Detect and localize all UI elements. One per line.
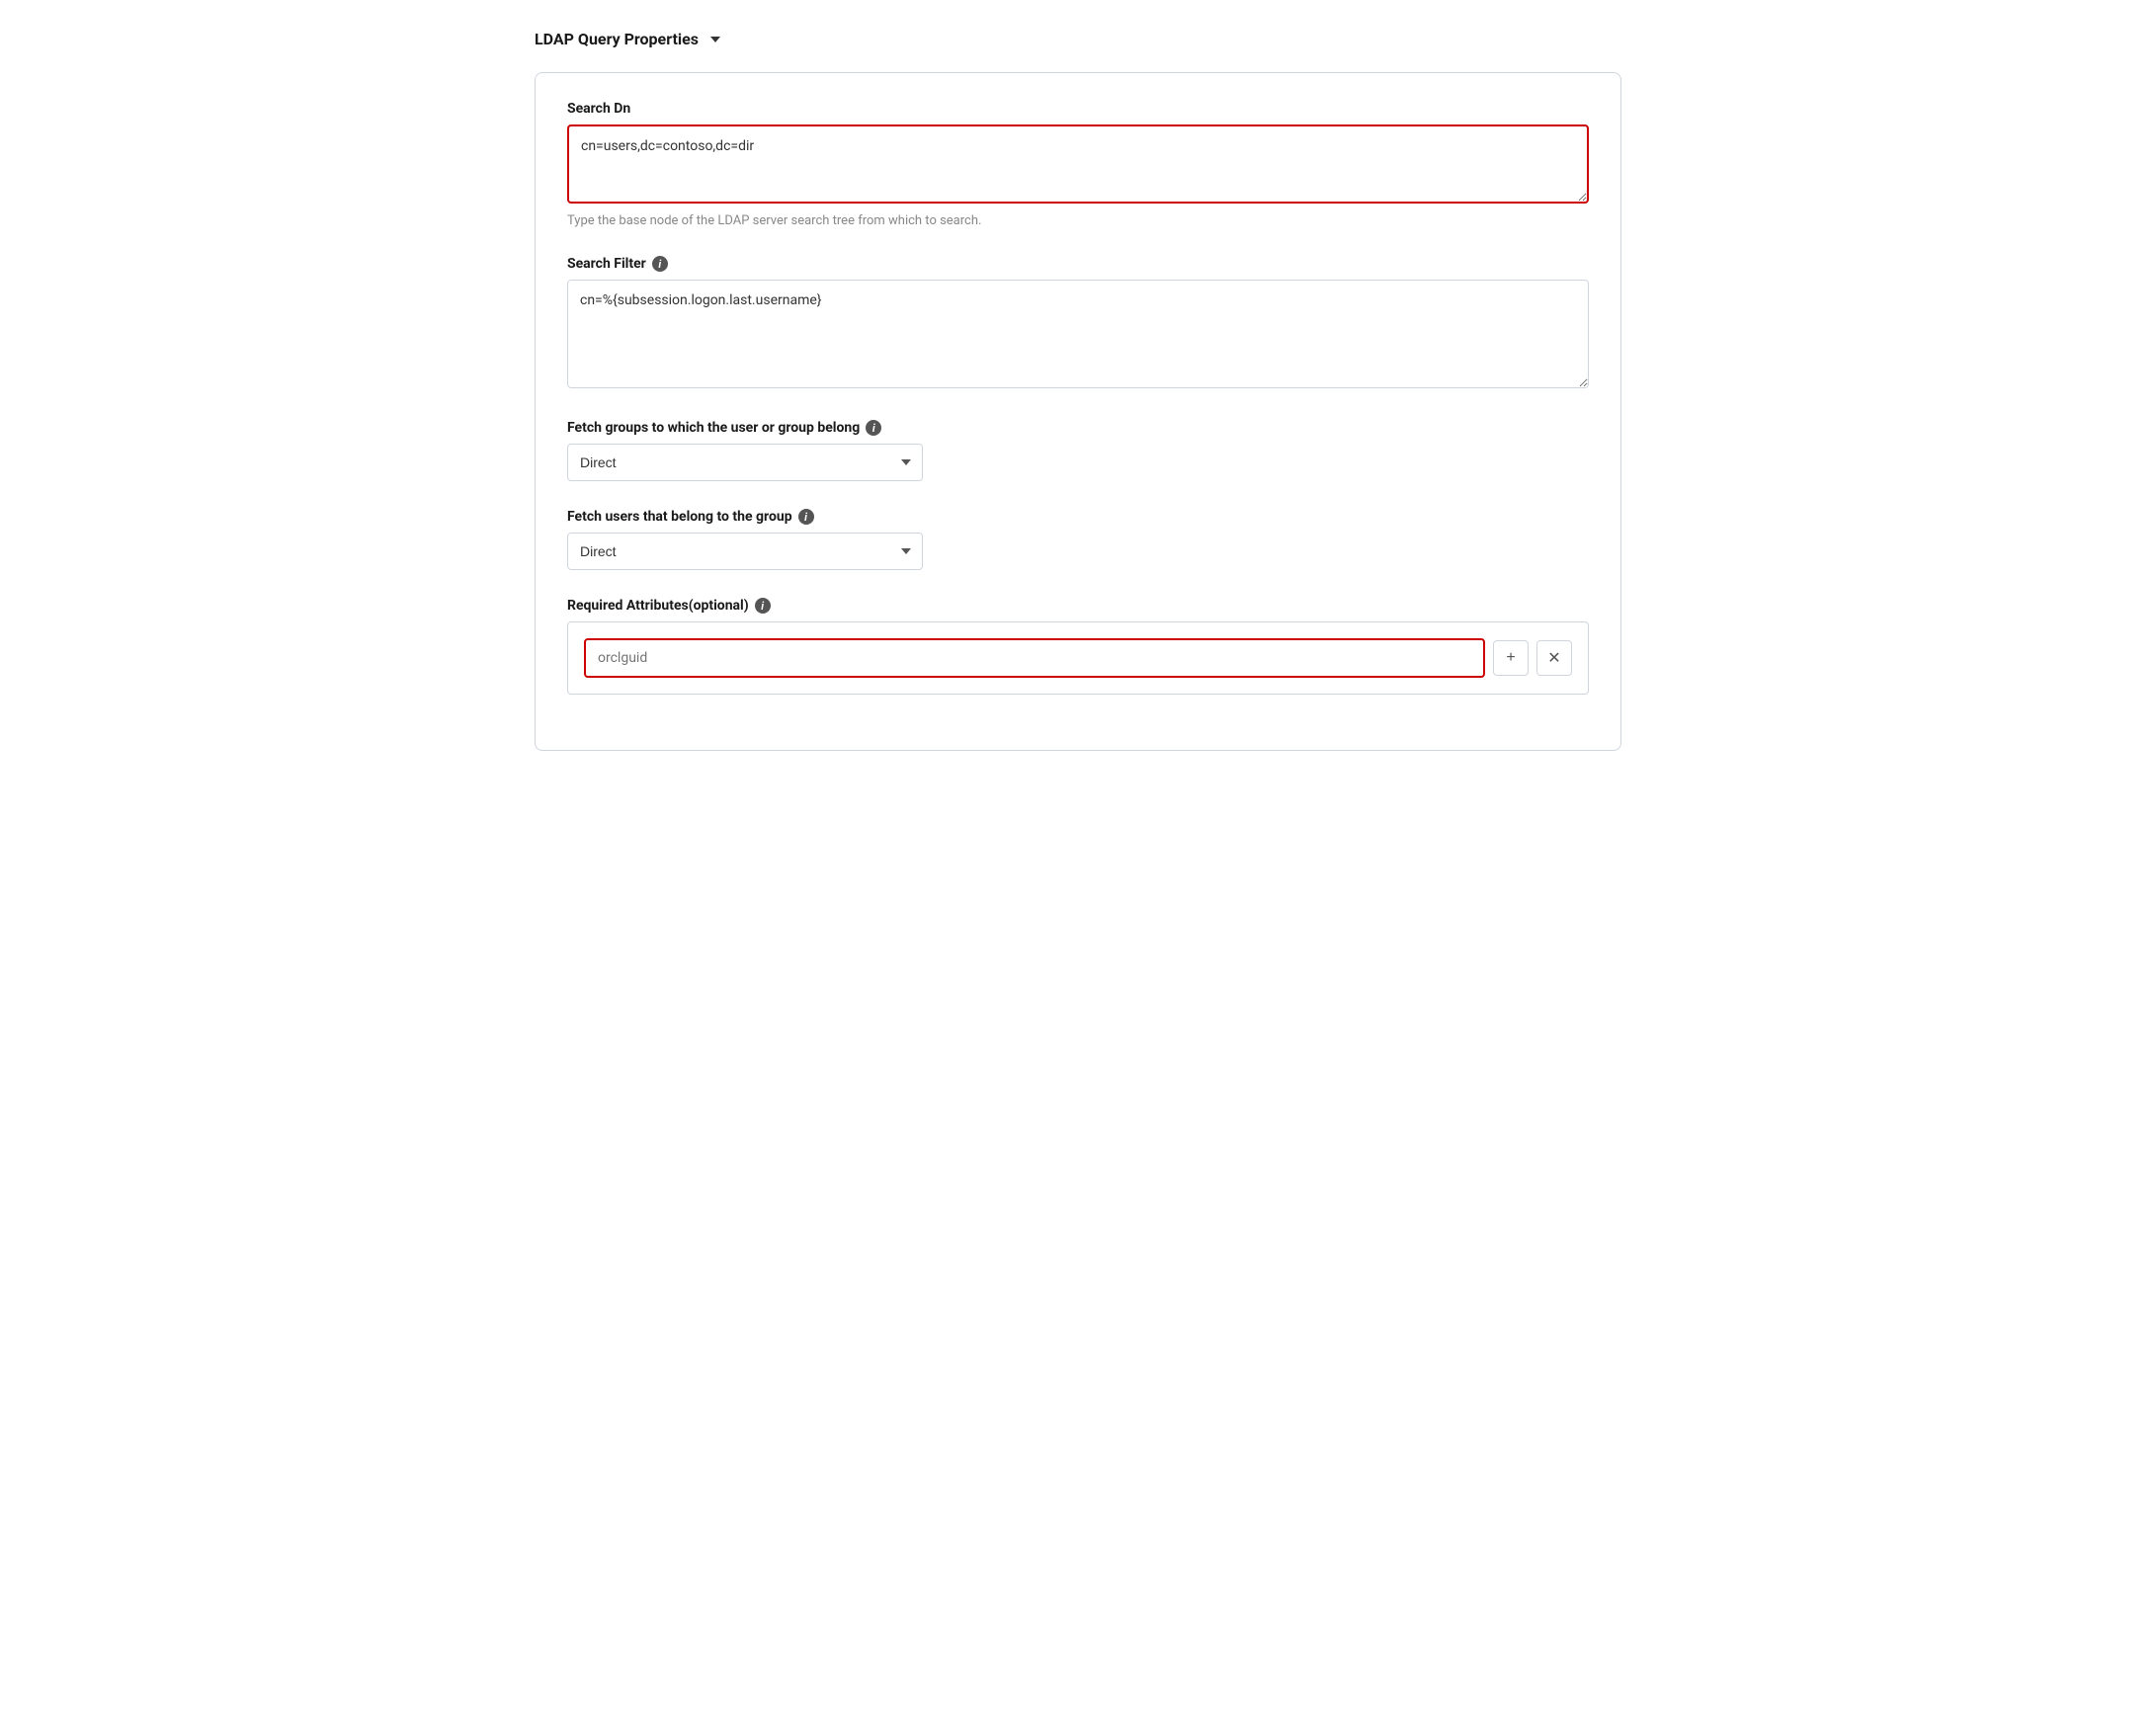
add-attribute-button[interactable]: + — [1493, 640, 1529, 676]
fetch-users-select[interactable]: Direct Recursive None — [567, 533, 923, 570]
fetch-users-select-wrapper: Direct Recursive None — [567, 533, 923, 570]
search-filter-label: Search Filter i — [567, 256, 1589, 272]
search-dn-helper: Type the base node of the LDAP server se… — [567, 213, 1589, 228]
fetch-users-group: Fetch users that belong to the group i D… — [567, 509, 1589, 570]
required-attributes-row: + ✕ — [584, 638, 1572, 678]
remove-attribute-button[interactable]: ✕ — [1536, 640, 1572, 676]
section-collapse-icon[interactable] — [710, 37, 720, 42]
fetch-groups-info-icon[interactable]: i — [866, 420, 881, 436]
fetch-groups-label: Fetch groups to which the user or group … — [567, 420, 1589, 436]
fetch-groups-group: Fetch groups to which the user or group … — [567, 420, 1589, 481]
required-attributes-label: Required Attributes(optional) i — [567, 598, 1589, 614]
required-attributes-group: Required Attributes(optional) i + ✕ — [567, 598, 1589, 695]
fetch-users-info-icon[interactable]: i — [798, 509, 814, 525]
search-filter-input[interactable]: cn=%{subsession.logon.last.username} — [567, 280, 1589, 388]
section-header: LDAP Query Properties — [535, 30, 1621, 56]
search-dn-group: Search Dn cn=users,dc=contoso,dc=dir Typ… — [567, 101, 1589, 228]
search-dn-input[interactable]: cn=users,dc=contoso,dc=dir — [567, 124, 1589, 204]
search-filter-group: Search Filter i cn=%{subsession.logon.la… — [567, 256, 1589, 392]
fetch-users-label: Fetch users that belong to the group i — [567, 509, 1589, 525]
required-attributes-container: + ✕ — [567, 621, 1589, 695]
required-attributes-info-icon[interactable]: i — [755, 598, 771, 614]
ldap-query-card: Search Dn cn=users,dc=contoso,dc=dir Typ… — [535, 72, 1621, 751]
search-dn-label: Search Dn — [567, 101, 1589, 117]
search-filter-info-icon[interactable]: i — [652, 256, 668, 272]
fetch-groups-select[interactable]: Direct Recursive None — [567, 444, 923, 481]
fetch-groups-select-wrapper: Direct Recursive None — [567, 444, 923, 481]
page-container: LDAP Query Properties Search Dn cn=users… — [535, 30, 1621, 751]
required-attributes-input[interactable] — [584, 638, 1485, 678]
section-title: LDAP Query Properties — [535, 30, 699, 48]
